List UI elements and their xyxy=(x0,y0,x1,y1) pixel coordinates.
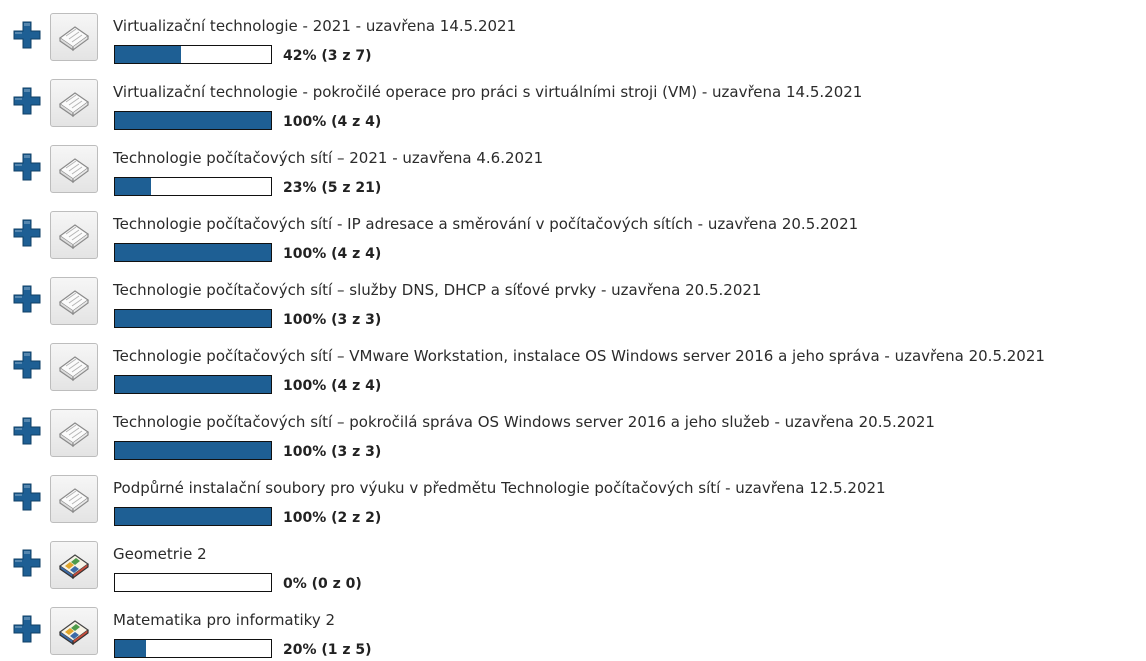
course-row: Technologie počítačových sítí - IP adres… xyxy=(0,198,1146,264)
progress-bar xyxy=(114,375,272,394)
plus-icon[interactable] xyxy=(12,20,42,50)
course-title-link[interactable]: Technologie počítačových sítí – VMware W… xyxy=(113,346,1045,366)
progress-fill xyxy=(115,178,151,195)
progress-bar xyxy=(114,45,272,64)
course-row: Virtualizační technologie - 2021 - uzavř… xyxy=(0,0,1146,66)
course-title-link[interactable]: Technologie počítačových sítí – 2021 - u… xyxy=(113,148,543,168)
book-icon xyxy=(50,343,98,391)
course-title-link[interactable]: Virtualizační technologie - pokročilé op… xyxy=(113,82,862,102)
progress-bar xyxy=(114,111,272,130)
progress-bar xyxy=(114,441,272,460)
progress-bar xyxy=(114,507,272,526)
plus-icon[interactable] xyxy=(12,284,42,314)
book-icon xyxy=(50,475,98,523)
progress-bar xyxy=(114,639,272,658)
progress-fill xyxy=(115,244,271,261)
progress-fill xyxy=(115,112,271,129)
course-row: Geometrie 2 0% (0 z 0) xyxy=(0,528,1146,594)
progress-label: 100% (4 z 4) xyxy=(283,378,382,394)
course-title-link[interactable]: Matematika pro informatiky 2 xyxy=(113,610,335,630)
course-row: Virtualizační technologie - pokročilé op… xyxy=(0,66,1146,132)
progress-label: 42% (3 z 7) xyxy=(283,48,372,64)
plus-icon[interactable] xyxy=(12,482,42,512)
course-row: Technologie počítačových sítí – pokročil… xyxy=(0,396,1146,462)
progress-bar xyxy=(114,309,272,328)
plus-icon[interactable] xyxy=(12,350,42,380)
course-row: Technologie počítačových sítí – VMware W… xyxy=(0,330,1146,396)
progress-label: 0% (0 z 0) xyxy=(283,576,362,592)
plus-icon[interactable] xyxy=(12,86,42,116)
progress-fill xyxy=(115,508,271,525)
book-icon xyxy=(50,13,98,61)
plus-icon[interactable] xyxy=(12,416,42,446)
plus-icon[interactable] xyxy=(12,218,42,248)
book-icon xyxy=(50,607,98,655)
course-title-link[interactable]: Technologie počítačových sítí – služby D… xyxy=(113,280,761,300)
course-row: Matematika pro informatiky 2 20% (1 z 5) xyxy=(0,594,1146,660)
progress-label: 100% (3 z 3) xyxy=(283,444,382,460)
progress-fill xyxy=(115,442,271,459)
progress-label: 23% (5 z 21) xyxy=(283,180,382,196)
course-title-link[interactable]: Virtualizační technologie - 2021 - uzavř… xyxy=(113,16,516,36)
progress-label: 20% (1 z 5) xyxy=(283,642,372,658)
progress-label: 100% (3 z 3) xyxy=(283,312,382,328)
progress-label: 100% (4 z 4) xyxy=(283,246,382,262)
book-icon xyxy=(50,145,98,193)
progress-fill xyxy=(115,376,271,393)
progress-bar xyxy=(114,243,272,262)
book-icon xyxy=(50,79,98,127)
progress-fill xyxy=(115,46,181,63)
progress-fill xyxy=(115,640,147,657)
progress-bar xyxy=(114,177,272,196)
progress-fill xyxy=(115,310,271,327)
progress-label: 100% (4 z 4) xyxy=(283,114,382,130)
course-title-link[interactable]: Technologie počítačových sítí – pokročil… xyxy=(113,412,935,432)
course-row: Technologie počítačových sítí – 2021 - u… xyxy=(0,132,1146,198)
plus-icon[interactable] xyxy=(12,152,42,182)
plus-icon[interactable] xyxy=(12,614,42,644)
course-row: Technologie počítačových sítí – služby D… xyxy=(0,264,1146,330)
book-icon xyxy=(50,409,98,457)
course-title-link[interactable]: Geometrie 2 xyxy=(113,544,207,564)
plus-icon[interactable] xyxy=(12,548,42,578)
progress-label: 100% (2 z 2) xyxy=(283,510,382,526)
course-list: Virtualizační technologie - 2021 - uzavř… xyxy=(0,0,1146,660)
course-title-link[interactable]: Technologie počítačových sítí - IP adres… xyxy=(113,214,858,234)
book-icon xyxy=(50,211,98,259)
book-icon xyxy=(50,277,98,325)
course-title-link[interactable]: Podpůrné instalační soubory pro výuku v … xyxy=(113,478,886,498)
progress-bar xyxy=(114,573,272,592)
course-row: Podpůrné instalační soubory pro výuku v … xyxy=(0,462,1146,528)
book-icon xyxy=(50,541,98,589)
